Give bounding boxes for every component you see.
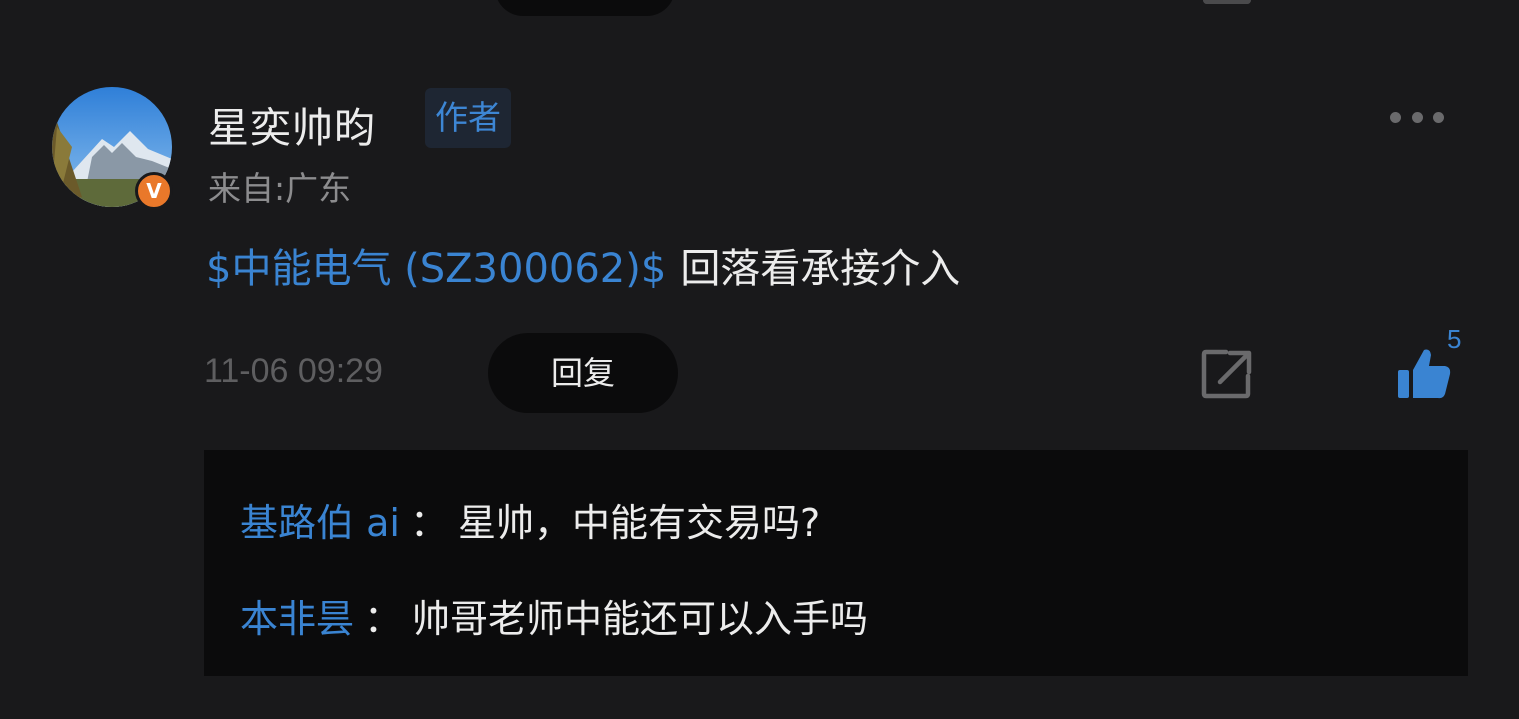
reply-author[interactable]: 本非昙 bbox=[240, 597, 354, 641]
author-badge: 作者 bbox=[425, 88, 511, 148]
reply-thread[interactable]: 基路伯 ai：星帅，中能有交易吗? 本非昙：帅哥老师中能还可以入手吗 bbox=[204, 450, 1468, 676]
reply-item[interactable]: 本非昙：帅哥老师中能还可以入手吗 bbox=[240, 588, 868, 643]
location-label: 来自:广东 bbox=[208, 169, 352, 208]
reply-text: 星帅，中能有交易吗? bbox=[457, 501, 821, 545]
previous-share-icon[interactable] bbox=[1203, 0, 1251, 4]
previous-reply-button[interactable] bbox=[495, 0, 675, 16]
thumbs-up-icon[interactable] bbox=[1396, 346, 1452, 402]
stock-link[interactable]: $中能电气 (SZ300062)$ bbox=[206, 246, 666, 292]
comment-text: 回落看承接介入 bbox=[680, 246, 961, 292]
reply-author[interactable]: 基路伯 ai bbox=[240, 501, 400, 545]
share-icon[interactable] bbox=[1200, 348, 1254, 400]
reply-separator: ： bbox=[409, 501, 448, 545]
more-dots-icon[interactable] bbox=[1390, 110, 1444, 124]
reply-text: 帅哥老师中能还可以入手吗 bbox=[412, 597, 869, 641]
like-count: 5 bbox=[1447, 324, 1462, 354]
reply-item[interactable]: 基路伯 ai：星帅，中能有交易吗? bbox=[240, 492, 820, 547]
verified-badge-icon: V bbox=[135, 172, 173, 210]
reply-button[interactable]: 回复 bbox=[488, 333, 678, 413]
comment-content: $中能电气 (SZ300062)$ 回落看承接介入 bbox=[206, 236, 960, 294]
username[interactable]: 星奕帅昀 bbox=[208, 94, 376, 154]
comment-screen: V 星奕帅昀 作者 来自:广东 $中能电气 (SZ300062)$ 回落看承接介入… bbox=[0, 0, 1519, 719]
reply-separator: ： bbox=[364, 597, 403, 641]
timestamp: 11-06 09:29 bbox=[204, 352, 383, 390]
